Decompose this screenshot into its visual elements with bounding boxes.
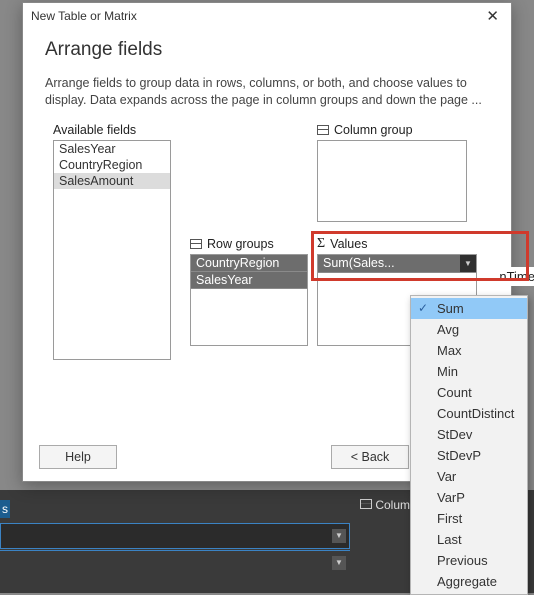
aggregate-option-previous[interactable]: Previous [411,550,527,571]
table-icon [360,499,372,509]
column-groups-text: Column group [334,123,413,137]
aggregate-option-min[interactable]: Min [411,361,527,382]
aggregate-option-label: First [437,511,462,526]
aggregate-option-sum[interactable]: ✓ Sum [411,298,527,319]
page-description: Arrange fields to group data in rows, co… [45,75,489,109]
aggregate-option-label: Previous [437,553,488,568]
available-field-item[interactable]: CountryRegion [54,157,170,173]
aggregate-option-countdistinct[interactable]: CountDistinct [411,403,527,424]
values-text: Values [330,237,367,251]
aggregate-option-label: Avg [437,322,459,337]
aggregate-option-var[interactable]: Var [411,466,527,487]
aggregate-option-first[interactable]: First [411,508,527,529]
available-fields-list[interactable]: SalesYearCountryRegionSalesAmount [53,140,171,360]
bg-band-mid [0,550,350,551]
aggregate-option-stdev[interactable]: StDev [411,424,527,445]
bg-dropdown-2[interactable]: ▼ [332,556,346,570]
row-group-item[interactable]: CountryRegion [191,255,307,272]
close-icon[interactable]: ✕ [482,7,503,25]
aggregate-option-label: Count [437,385,472,400]
aggregate-option-label: StDev [437,427,472,442]
column-groups-label: Column group [317,123,467,137]
titlebar: New Table or Matrix ✕ [23,3,511,27]
aggregate-option-label: Max [437,343,462,358]
aggregate-option-label: VarP [437,490,465,505]
aggregate-option-count[interactable]: Count [411,382,527,403]
row-group-item[interactable]: SalesYear [191,272,307,289]
available-fields-section: Available fields SalesYearCountryRegionS… [53,123,171,360]
aggregate-option-label: StDevP [437,448,481,463]
aggregate-option-label: Last [437,532,462,547]
aggregate-option-label: Var [437,469,456,484]
dialog-title: New Table or Matrix [31,9,137,23]
values-item-label: Sum(Sales... [318,255,460,271]
aggregate-option-varp[interactable]: VarP [411,487,527,508]
bg-columns-text: Colum [375,498,410,512]
aggregate-dropdown-icon[interactable]: ▼ [460,255,476,272]
aggregate-option-label: CountDistinct [437,406,514,421]
aggregate-option-last[interactable]: Last [411,529,527,550]
table-icon [190,239,202,249]
help-button[interactable]: Help [39,445,117,469]
bg-truncated-label: s [0,500,10,518]
available-fields-label: Available fields [53,123,171,137]
sigma-icon: Σ [317,237,325,251]
back-button[interactable]: < Back [331,445,409,469]
available-field-item[interactable]: SalesAmount [54,173,170,189]
aggregate-option-label: Min [437,364,458,379]
aggregate-context-menu[interactable]: ✓ Sum Avg Max Min Count CountDistinct StDev StDe… [410,295,528,595]
table-icon [317,125,329,135]
bg-dropdown-1[interactable]: ▼ [332,529,346,543]
outside-field-snippet: nTime [499,267,534,286]
check-icon: ✓ [418,301,428,315]
aggregate-option-avg[interactable]: Avg [411,319,527,340]
available-field-item[interactable]: SalesYear [54,141,170,157]
values-label: Σ Values [317,237,477,251]
aggregate-option-aggregate[interactable]: Aggregate [411,571,527,592]
bg-band [0,523,350,549]
column-groups-list[interactable] [317,140,467,222]
values-item[interactable]: Sum(Sales...▼ [318,255,476,273]
aggregate-option-label: Sum [437,301,464,316]
row-groups-list[interactable]: CountryRegionSalesYear [190,254,308,346]
column-groups-section: Column group [317,123,467,222]
aggregate-option-label: Aggregate [437,574,497,589]
aggregate-option-max[interactable]: Max [411,340,527,361]
row-groups-text: Row groups [207,237,274,251]
aggregate-option-stdevp[interactable]: StDevP [411,445,527,466]
row-groups-label: Row groups [190,237,308,251]
page-heading: Arrange fields [45,39,511,61]
row-groups-section: Row groups CountryRegionSalesYear [190,237,308,346]
